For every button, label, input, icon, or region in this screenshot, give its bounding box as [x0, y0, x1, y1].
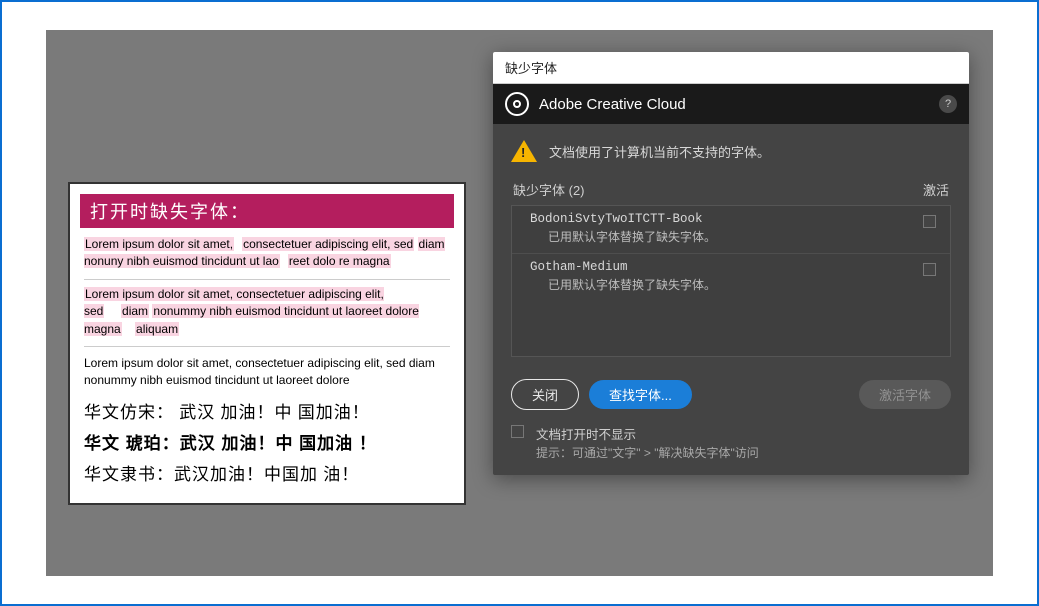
dialog-content: 文档使用了计算机当前不支持的字体。 缺少字体 (2) 激活 BodoniSvty…	[493, 124, 969, 475]
font-list-item[interactable]: BodoniSvtyTwoITCTT-Book 已用默认字体替换了缺失字体。	[512, 206, 950, 254]
missing-fonts-list: BodoniSvtyTwoITCTT-Book 已用默认字体替换了缺失字体。 G…	[511, 205, 951, 357]
text-run: diam	[121, 304, 149, 318]
find-fonts-button[interactable]: 查找字体...	[589, 380, 692, 409]
warning-row: 文档使用了计算机当前不支持的字体。	[511, 140, 951, 162]
creative-cloud-header: Adobe Creative Cloud ?	[493, 84, 969, 124]
cn-sample-hupo: 华文 琥珀：武汉 加油！中 国加油 ！	[84, 429, 450, 454]
document-body: Lorem ipsum dolor sit amet, consectetuer …	[80, 228, 454, 485]
divider	[84, 346, 450, 347]
document-title-bar: 打开时缺失字体：	[80, 194, 454, 228]
text-run: Lorem ipsum dolor sit amet,	[84, 237, 234, 251]
text-run: reet dolo re magna	[288, 254, 391, 268]
paragraph-1: Lorem ipsum dolor sit amet, consectetuer …	[84, 236, 450, 271]
warning-text: 文档使用了计算机当前不支持的字体。	[549, 142, 770, 161]
dont-show-label: 文档打开时不显示	[536, 424, 759, 443]
document-preview: 打开时缺失字体： Lorem ipsum dolor sit amet, cons…	[68, 182, 466, 505]
hint-text: 提示：可通过"文字" > "解决缺失字体"访问	[536, 444, 759, 461]
missing-fonts-dialog: 缺少字体 Adobe Creative Cloud ? 文档使用了计算机当前不支…	[493, 52, 969, 475]
dont-show-checkbox[interactable]	[511, 425, 524, 438]
font-list-header: 缺少字体 (2) 激活	[511, 180, 951, 205]
paragraph-2: Lorem ipsum dolor sit amet, consectetuer…	[84, 286, 450, 338]
creative-cloud-title: Adobe Creative Cloud	[539, 96, 686, 113]
warning-icon	[511, 140, 537, 162]
list-header-right: 激活	[923, 180, 949, 199]
dialog-titlebar: 缺少字体	[493, 52, 969, 84]
text-run: aliquam	[135, 322, 179, 336]
activate-fonts-button: 激活字体	[859, 380, 951, 409]
text-run: consectetuer adipiscing elit, sed	[242, 237, 414, 251]
list-header-left: 缺少字体 (2)	[513, 180, 585, 199]
app-canvas: 打开时缺失字体： Lorem ipsum dolor sit amet, cons…	[46, 30, 993, 576]
creative-cloud-logo-icon	[505, 92, 529, 116]
activate-checkbox[interactable]	[923, 215, 936, 228]
cn-sample-lishu: 华文隶书：武汉加油！中国加 油！	[84, 460, 450, 485]
activate-checkbox[interactable]	[923, 263, 936, 276]
divider	[84, 279, 450, 280]
font-list-item[interactable]: Gotham-Medium 已用默认字体替换了缺失字体。	[512, 254, 950, 301]
font-name: Gotham-Medium	[530, 260, 923, 274]
font-status: 已用默认字体替换了缺失字体。	[530, 226, 923, 245]
help-button[interactable]: ?	[939, 95, 957, 113]
close-button[interactable]: 关闭	[511, 379, 579, 410]
dont-show-option: 文档打开时不显示 提示：可通过"文字" > "解决缺失字体"访问	[511, 424, 951, 461]
screenshot-frame: 打开时缺失字体： Lorem ipsum dolor sit amet, cons…	[0, 0, 1039, 606]
paragraph-3: Lorem ipsum dolor sit amet, consectetuer…	[84, 355, 450, 390]
cn-sample-fangsong: 华文仿宋： 武汉 加油！中 国加油！	[84, 398, 450, 423]
font-status: 已用默认字体替换了缺失字体。	[530, 274, 923, 293]
dialog-button-row: 关闭 查找字体... 激活字体	[511, 379, 951, 410]
font-name: BodoniSvtyTwoITCTT-Book	[530, 212, 923, 226]
